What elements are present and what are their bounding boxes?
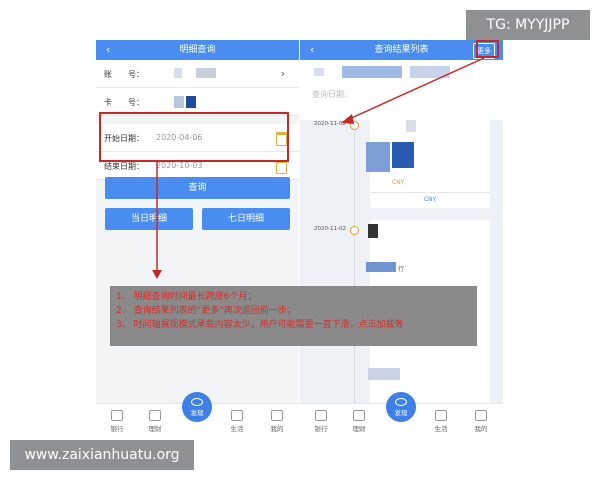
arrow-diagonal-head [341,114,354,124]
annotation-line: 3、 时间轴展现模式承载内容太少，用户可能需要一直下滑，点击加载等 [116,320,404,330]
annotation-panel: 1、 明细查询时间最长跨度6个月； 2、 查询结果列表的“更多”再次返回前一步；… [110,286,477,346]
arrow-diagonal-line [346,57,485,121]
annotation-line: 1、 明细查询时间最长跨度6个月； [116,292,257,302]
watermark-top: TG: MYYJJPP [466,10,590,40]
arrow-down-head [152,270,162,279]
watermark-bottom: www.zaixianhuatu.org [10,440,194,470]
annotation-line: 2、 查询结果列表的“更多”再次返回前一步； [116,306,296,316]
annotation-arrows [152,57,485,279]
